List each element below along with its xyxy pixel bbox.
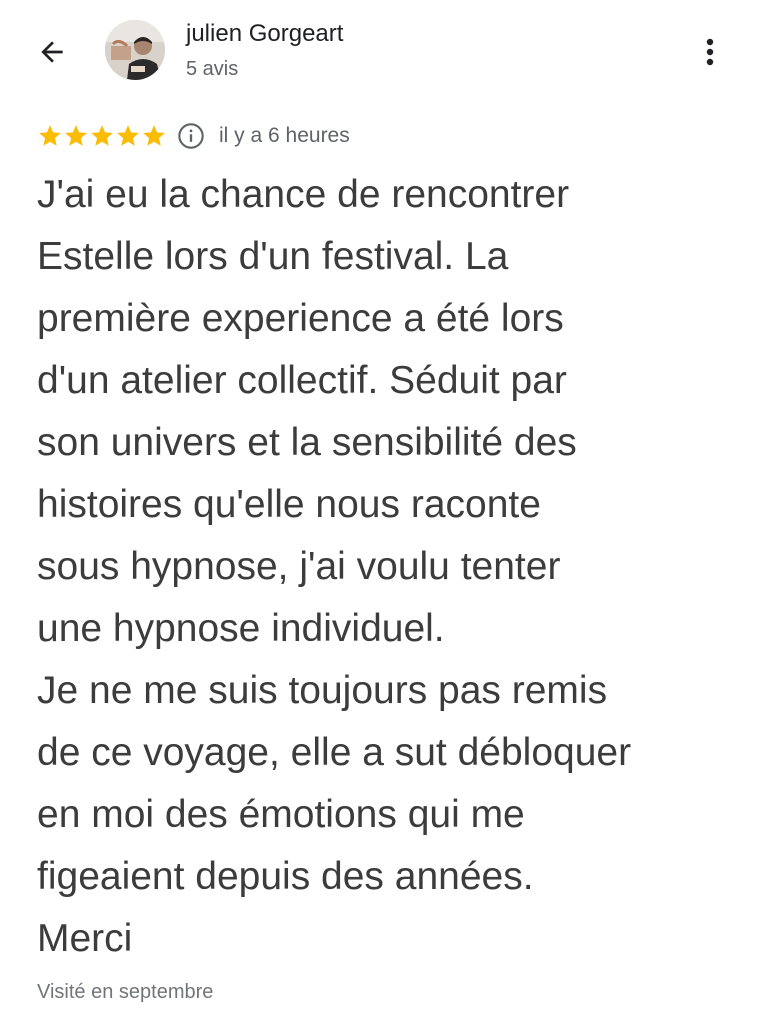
back-button[interactable]: [34, 34, 70, 70]
more-options-button[interactable]: [692, 32, 728, 72]
info-icon[interactable]: [177, 122, 205, 150]
star-rating: [37, 123, 167, 149]
review-text-line: sous hypnose, j'ai voulu tenter: [37, 545, 561, 588]
review-text-line: première experience a été lors: [37, 297, 564, 340]
visit-date: Visité en septembre: [37, 981, 214, 1003]
review-text-line: une hypnose individuel.: [37, 607, 445, 650]
review-text-line: Je ne me suis toujours pas remis: [37, 669, 608, 712]
review-text-line: son univers et la sensibilité des: [37, 421, 577, 464]
review-header: julien Gorgeart 5 avis: [0, 0, 771, 100]
review-text-line: histoires qu'elle nous raconte: [37, 483, 541, 526]
author-name[interactable]: julien Gorgeart: [186, 20, 343, 48]
more-vertical-icon: [706, 38, 714, 66]
review-text: J'ai eu la chance de rencontrer Estelle l…: [37, 164, 757, 970]
star-icon: [117, 125, 139, 146]
review-time: il y a 6 heures: [219, 124, 350, 147]
review-text-line: d'un atelier collectif. Séduit par: [37, 359, 567, 402]
review-text-line: de ce voyage, elle a sut débloquer: [37, 731, 632, 774]
profile-photo: [105, 20, 165, 80]
review-text-line: J'ai eu la chance de rencontrer: [37, 173, 570, 216]
star-icon: [91, 125, 113, 146]
star-icon: [65, 125, 87, 146]
review-text-line: Estelle lors d'un festival. La: [37, 235, 509, 278]
review-meta: il y a 6 heures: [37, 118, 350, 154]
review-text-line: en moi des émotions qui me: [37, 793, 525, 836]
star-icon: [39, 125, 61, 146]
author-review-count: 5 avis: [186, 58, 239, 80]
star-icon: [143, 125, 165, 146]
arrow-left-icon: [41, 41, 63, 63]
avatar[interactable]: [105, 20, 165, 80]
review-text-line: Merci: [37, 917, 133, 960]
review-text-line: figeaient depuis des années.: [37, 855, 534, 898]
